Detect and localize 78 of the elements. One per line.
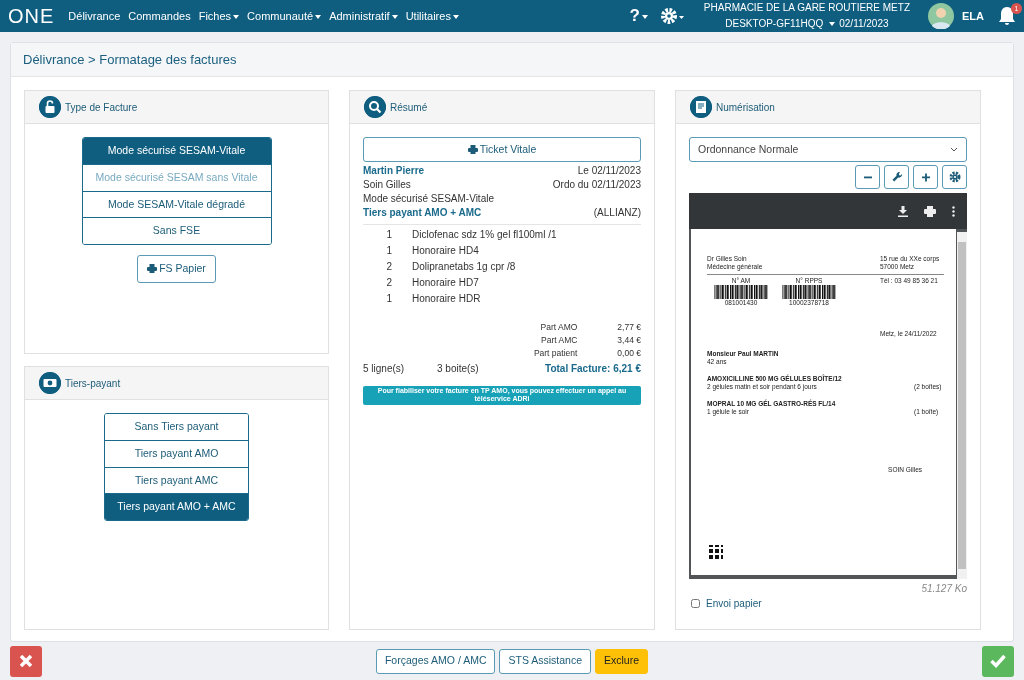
logo[interactable]: ONE bbox=[8, 1, 55, 31]
line-quantity: 2 bbox=[385, 276, 393, 290]
scrollbar[interactable] bbox=[957, 232, 967, 579]
box-count: 3 boite(s) bbox=[437, 362, 479, 376]
prescriber-name: Soin Gilles bbox=[363, 178, 411, 192]
zoom-out-button[interactable] bbox=[855, 165, 880, 189]
section-title: Type de Facture bbox=[65, 100, 138, 115]
insurer-name: (ALLIANZ) bbox=[593, 206, 641, 220]
banknote-icon bbox=[39, 372, 61, 394]
nav-menu-item[interactable]: Administratif bbox=[325, 7, 402, 25]
date-text: 02/11/2023 bbox=[839, 17, 889, 31]
settings-button[interactable] bbox=[942, 165, 967, 189]
third-party-option[interactable]: Tiers payant AMO + AMC bbox=[105, 493, 248, 520]
line-label: Honoraire HD4 bbox=[412, 244, 479, 258]
line-quantity: 2 bbox=[385, 260, 393, 274]
footer-button[interactable]: Forçages AMO / AMC bbox=[375, 648, 496, 674]
paper-invoice-button[interactable]: FS Papier bbox=[137, 255, 216, 283]
share-value: 0,00 € bbox=[617, 348, 641, 360]
nav-menu-item[interactable]: Communauté bbox=[243, 7, 326, 25]
search-icon bbox=[364, 96, 386, 118]
barcode-drawing bbox=[713, 285, 769, 300]
scanner-icon bbox=[690, 96, 712, 118]
line-count: 5 ligne(s) bbox=[363, 362, 406, 376]
share-label: Part AMO bbox=[539, 322, 578, 334]
help-menu[interactable]: ? bbox=[625, 3, 652, 29]
line-quantity: 1 bbox=[385, 244, 393, 258]
line-label: Diclofenac sdz 1% gel fl100ml /1 bbox=[412, 228, 557, 242]
bell-icon[interactable] bbox=[998, 6, 1016, 26]
datamatrix-drawing bbox=[707, 544, 723, 561]
file-size: 51.127 Ko bbox=[921, 583, 967, 594]
close-icon bbox=[19, 654, 33, 668]
line-quantity: 1 bbox=[385, 228, 393, 242]
barcode-drawing bbox=[781, 285, 837, 300]
footer-button[interactable]: Exclure bbox=[595, 648, 649, 674]
section-title: Résumé bbox=[390, 100, 428, 115]
share-label: Part patient bbox=[532, 348, 578, 360]
share-label: Part AMC bbox=[540, 335, 578, 347]
nav-menu-item[interactable]: Commandes bbox=[124, 7, 195, 25]
invoice-date: Le 02/11/2023 bbox=[577, 164, 641, 178]
invoice-type-option[interactable]: Sans FSE bbox=[82, 217, 271, 244]
download-icon[interactable] bbox=[898, 205, 908, 217]
settings-icon[interactable] bbox=[659, 7, 686, 25]
nav-menu-item[interactable]: Utilitaires bbox=[401, 7, 463, 25]
invoice-type-option[interactable]: Mode sécurisé SESAM-Vitale bbox=[82, 138, 271, 164]
zoom-in-button[interactable] bbox=[913, 165, 938, 189]
line-quantity: 1 bbox=[385, 292, 393, 306]
share-value: 2,77 € bbox=[617, 322, 641, 334]
ticket-vitale-button[interactable]: Ticket Vitale bbox=[363, 137, 641, 162]
cancel-button[interactable] bbox=[10, 645, 42, 677]
checkmark-icon bbox=[990, 654, 1006, 668]
pharmacy-name: PHARMACIE DE LA GARE ROUTIERE METZ bbox=[703, 1, 910, 15]
invoice-mode: Mode sécurisé SESAM-Vitale bbox=[363, 192, 495, 206]
line-label: Honoraire HDR bbox=[412, 292, 481, 306]
paper-checkbox[interactable] bbox=[691, 599, 700, 608]
user-name[interactable]: ELA bbox=[962, 7, 984, 25]
nav-menu-item[interactable]: Délivrance bbox=[64, 7, 125, 25]
share-value: 3,44 € bbox=[617, 335, 641, 347]
unlock-icon bbox=[39, 96, 61, 118]
nav-menu-item[interactable]: Fiches bbox=[194, 7, 244, 25]
section-title: Numérisation bbox=[716, 100, 775, 115]
wrench-button[interactable] bbox=[884, 165, 909, 189]
prescription-date: Ordo du 02/11/2023 bbox=[552, 178, 641, 192]
breadcrumb: Délivrance > Formatage des factures bbox=[23, 50, 237, 69]
document-type-select[interactable]: Ordonnance Normale bbox=[689, 137, 967, 162]
checkbox-label: Envoi papier bbox=[706, 597, 762, 611]
patient-name: Martin Pierre bbox=[363, 164, 425, 178]
line-label: Dolipranetabs 1g cpr /8 bbox=[412, 260, 516, 274]
workstation-name[interactable]: DESKTOP-GF11HQQ bbox=[725, 16, 824, 32]
avatar[interactable] bbox=[928, 3, 954, 29]
invoice-total: Total Facture: 6,21 € bbox=[545, 362, 641, 376]
footer-button[interactable]: STS Assistance bbox=[499, 648, 591, 674]
more-options-icon[interactable] bbox=[952, 205, 955, 217]
section-title: Tiers-payant bbox=[65, 376, 121, 391]
line-label: Honoraire HD7 bbox=[412, 276, 479, 290]
chevron-down-icon bbox=[950, 147, 958, 152]
caret-icon[interactable] bbox=[829, 22, 836, 26]
settings-icon bbox=[947, 170, 962, 184]
third-party-mode: Tiers payant AMO + AMC bbox=[363, 206, 482, 220]
